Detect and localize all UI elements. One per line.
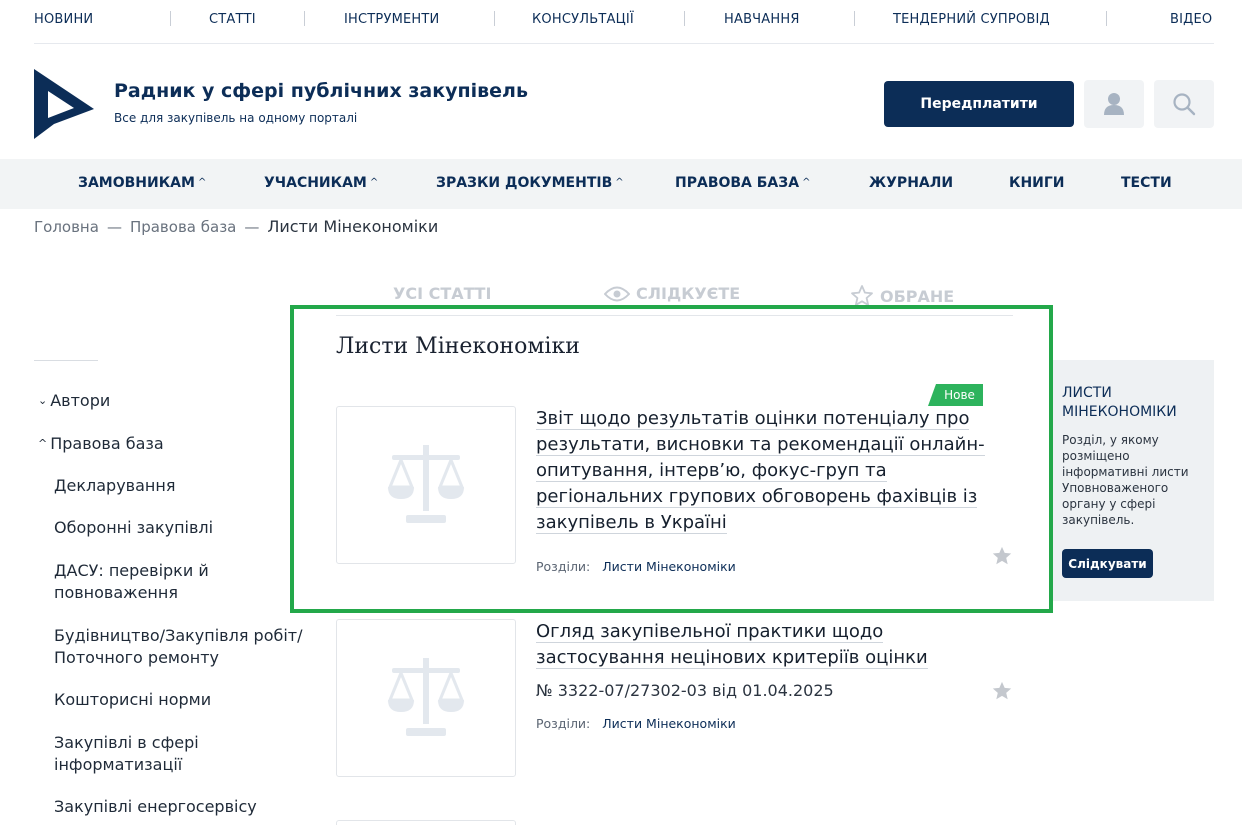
breadcrumb-separator: — — [106, 218, 122, 236]
menu-customers[interactable]: ЗАМОВНИКАМ ^ — [78, 175, 206, 191]
favorite-star-icon[interactable] — [991, 545, 1013, 567]
menu-document-samples[interactable]: ЗРАЗКИ ДОКУМЕНТІВ ^ — [436, 175, 624, 191]
breadcrumb: Головна — Правова база — Листи Мінекономіки — [34, 217, 438, 236]
chevron-up-icon: ^ — [369, 177, 379, 188]
sidebar-item-legal-base[interactable]: ^ Правова база — [38, 433, 164, 455]
logo-icon[interactable] — [34, 69, 94, 139]
topnav-separator — [304, 11, 305, 26]
breadcrumb-parent[interactable]: Правова база — [130, 218, 236, 236]
sections-label: Розділи: — [536, 716, 591, 731]
sidebar-subitem-estimate-norms[interactable]: Кошторисні норми — [54, 689, 314, 711]
topnav-tools[interactable]: ІНСТРУМЕНТИ — [344, 12, 439, 27]
search-icon — [1173, 93, 1196, 116]
eye-icon — [604, 286, 630, 301]
menu-participants[interactable]: УЧАСНИКАМ ^ — [264, 175, 378, 191]
sidebar-subitem-dasu[interactable]: ДАСУ: перевірки й повноваження — [54, 560, 254, 604]
menu-label: ЗАМОВНИКАМ — [78, 175, 195, 191]
topnav-separator — [170, 11, 171, 26]
new-badge: Нове — [928, 384, 983, 406]
menu-label: ПРАВОВА БАЗА — [675, 175, 800, 191]
menu-label: ЗРАЗКИ ДОКУМЕНТІВ — [436, 175, 613, 191]
top-navigation: НОВИНИ СТАТТІ ІНСТРУМЕНТИ КОНСУЛЬТАЦІЇ Н… — [34, 0, 1214, 44]
article-title-text: Огляд закупівельної практики щодо застос… — [536, 621, 928, 669]
tab-following[interactable]: СЛІДКУЄТЕ — [604, 284, 740, 303]
chevron-up-icon: ^ — [615, 177, 624, 188]
menu-books[interactable]: КНИГИ — [1009, 175, 1065, 191]
breadcrumb-current: Листи Мінекономіки — [267, 217, 439, 236]
tab-label: СЛІДКУЄТЕ — [636, 284, 741, 303]
sidebar-item-label: Правова база — [50, 434, 164, 453]
topnav-consultations[interactable]: КОНСУЛЬТАЦІЇ — [532, 12, 634, 27]
article-title-link[interactable]: Огляд закупівельної практики щодо застос… — [536, 619, 956, 671]
chevron-down-icon: ⌄ — [38, 394, 48, 407]
topnav-separator — [1106, 11, 1107, 26]
breadcrumb-home[interactable]: Головна — [34, 218, 99, 236]
sidebar-subitem-construction[interactable]: Будівництво/Закупівля робіт/ Поточного р… — [54, 625, 309, 669]
chevron-up-icon: ^ — [38, 437, 48, 450]
search-button[interactable] — [1154, 80, 1214, 128]
menu-label: УЧАСНИКАМ — [264, 175, 367, 191]
topnav-tender-support[interactable]: ТЕНДЕРНИЙ СУПРОВІД — [893, 12, 1050, 27]
menu-legal-base[interactable]: ПРАВОВА БАЗА ^ — [675, 175, 810, 191]
brand-title[interactable]: Радник у сфері публічних закупівель — [114, 80, 528, 102]
menu-tests[interactable]: ТЕСТИ — [1121, 175, 1172, 191]
tab-favorites[interactable]: ОБРАНЕ — [850, 284, 954, 308]
info-box-description: Розділ, у якому розміщено інформативні л… — [1062, 433, 1189, 527]
topnav-separator — [854, 11, 855, 26]
article-thumbnail[interactable] — [336, 820, 516, 825]
article-sections: Розділи: Листи Мінекономіки — [536, 559, 736, 574]
article-title-text: Звіт щодо результатів оцінки потенціалу … — [536, 408, 985, 534]
tab-label: ОБРАНЕ — [880, 286, 955, 306]
topnav-separator — [684, 11, 685, 26]
info-box-title: ЛИСТИ МІНЕКОНОМІКИ — [1062, 385, 1177, 420]
user-button[interactable] — [1084, 80, 1144, 128]
chevron-up-icon: ^ — [802, 177, 811, 188]
article-number: № 3322-07/27302-03 від 01.04.2025 — [536, 681, 834, 700]
follow-button[interactable]: Слідкувати — [1062, 549, 1153, 578]
breadcrumb-separator: — — [244, 218, 260, 236]
chevron-up-icon: ^ — [197, 177, 207, 188]
star-outline-icon — [851, 285, 873, 306]
scales-icon — [387, 658, 465, 736]
topnav-separator — [494, 11, 495, 26]
menu-journals[interactable]: ЖУРНАЛИ — [869, 175, 953, 191]
brand-subtitle: Все для закупівель на одному порталі — [114, 111, 358, 125]
article-thumbnail[interactable] — [336, 406, 516, 564]
tab-all-articles[interactable]: УСІ СТАТТІ — [393, 284, 491, 303]
sidebar-subitem-energy-service[interactable]: Закупівлі енергосервісу — [54, 796, 314, 818]
section-link[interactable]: Листи Мінекономіки — [602, 559, 736, 574]
topnav-video[interactable]: ВІДЕО — [1170, 12, 1212, 27]
tabs-divider — [336, 315, 1013, 316]
sidebar-item-label: Автори — [50, 391, 111, 410]
section-link[interactable]: Листи Мінекономіки — [602, 716, 736, 731]
sidebar-subitem-defense[interactable]: Оборонні закупівлі — [54, 517, 314, 539]
sidebar-item-authors[interactable]: ⌄ Автори — [38, 390, 110, 412]
main-menu: ЗАМОВНИКАМ ^ УЧАСНИКАМ ^ ЗРАЗКИ ДОКУМЕНТІВ… — [0, 159, 1242, 209]
sidebar-divider — [34, 360, 98, 361]
tab-label: УСІ СТАТТІ — [393, 284, 492, 303]
sidebar-subitem-declaration[interactable]: Декларування — [54, 475, 314, 497]
topnav-news[interactable]: НОВИНИ — [34, 12, 93, 27]
topnav-articles[interactable]: СТАТТІ — [209, 12, 256, 27]
sidebar-subitem-informatization[interactable]: Закупівлі в сфері інформатизації — [54, 732, 254, 776]
topnav-training[interactable]: НАВЧАННЯ — [724, 12, 800, 27]
favorite-star-icon[interactable] — [991, 680, 1013, 702]
user-icon — [1104, 93, 1124, 115]
article-title-link[interactable]: Звіт щодо результатів оцінки потенціалу … — [536, 406, 986, 536]
section-title: Листи Мінекономіки — [336, 334, 580, 359]
article-sections: Розділи: Листи Мінекономіки — [536, 716, 736, 731]
scales-icon — [387, 445, 465, 523]
sections-label: Розділи: — [536, 559, 591, 574]
article-thumbnail[interactable] — [336, 619, 516, 777]
subscribe-button[interactable]: Передплатити — [884, 81, 1074, 127]
section-info-box: ЛИСТИ МІНЕКОНОМІКИ Розділ, у якому розмі… — [1053, 360, 1214, 601]
